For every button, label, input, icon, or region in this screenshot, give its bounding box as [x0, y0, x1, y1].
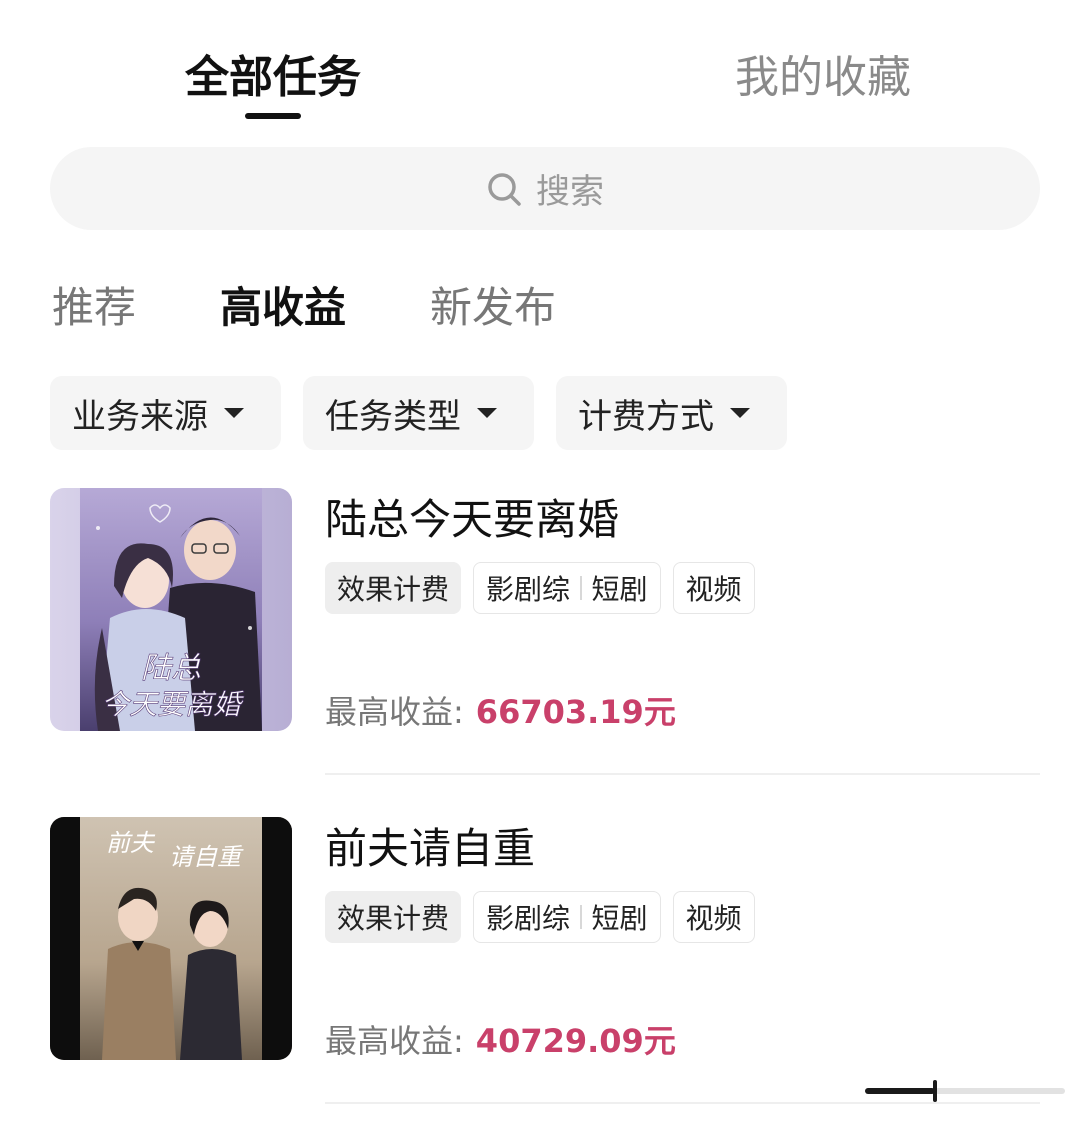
poster-image: 前夫 请自重: [50, 817, 292, 1060]
tag-category-label: 影剧综: [486, 902, 571, 935]
max-earning: 最高收益: 66703.19元: [325, 690, 676, 734]
filter-billing-method[interactable]: 计费方式: [556, 376, 787, 450]
active-tab-indicator: [245, 113, 301, 119]
tag-subcategory-label: 短剧: [591, 902, 648, 935]
drama-poster[interactable]: 陆总 今天要离婚: [50, 488, 292, 731]
task-card[interactable]: 前夫 请自重 前夫请自重 效果计费 影剧综 短剧 视频 最高收益: 40729.0…: [0, 817, 1090, 1107]
tag-list: 效果计费 影剧综 短剧 视频: [325, 891, 755, 943]
tag-format: 视频: [672, 562, 755, 614]
filter-label: 业务来源: [72, 396, 208, 437]
task-title[interactable]: 陆总今天要离婚: [325, 492, 619, 548]
tab-high-earnings[interactable]: 高收益: [220, 282, 346, 334]
task-card[interactable]: 陆总 今天要离婚 陆总今天要离婚 效果计费 影剧综 短剧 视频 最高收益: 667…: [0, 488, 1090, 778]
caret-down-icon: [730, 408, 750, 418]
task-title[interactable]: 前夫请自重: [325, 821, 535, 877]
tab-my-favorites[interactable]: 我的收藏: [735, 50, 911, 106]
list-divider: [325, 773, 1040, 775]
search-bar[interactable]: 搜索: [50, 147, 1040, 230]
tag-list: 效果计费 影剧综 短剧 视频: [325, 562, 755, 614]
filter-task-type[interactable]: 任务类型: [303, 376, 534, 450]
poster-title-line2: 请自重: [169, 844, 244, 871]
filter-label: 任务类型: [325, 396, 461, 437]
tag-format: 视频: [672, 891, 755, 943]
caret-down-icon: [477, 408, 497, 418]
max-earning-value: 66703.19元: [475, 693, 676, 731]
max-earning-label: 最高收益:: [325, 693, 464, 731]
tag-category: 影剧综 短剧: [473, 562, 661, 614]
top-tab-bar: 全部任务 我的收藏: [0, 0, 1090, 130]
filter-label: 计费方式: [578, 396, 714, 437]
filter-business-source[interactable]: 业务来源: [50, 376, 281, 450]
search-placeholder: 搜索: [536, 172, 604, 212]
poster-image: 陆总 今天要离婚: [50, 488, 292, 731]
tag-separator: [580, 576, 582, 600]
max-earning: 最高收益: 40729.09元: [325, 1019, 676, 1063]
scroll-indicator: [865, 1080, 1065, 1102]
poster-title-line1: 陆总: [141, 652, 201, 685]
tag-billing: 效果计费: [325, 891, 462, 943]
max-earning-label: 最高收益:: [325, 1022, 464, 1060]
poster-title-line1: 前夫: [106, 830, 156, 857]
tag-category: 影剧综 短剧: [473, 891, 661, 943]
tag-subcategory-label: 短剧: [591, 573, 648, 606]
max-earning-value: 40729.09元: [475, 1022, 676, 1060]
tab-all-tasks[interactable]: 全部任务: [185, 50, 361, 106]
tab-newly-published[interactable]: 新发布: [430, 282, 556, 334]
tag-category-label: 影剧综: [486, 573, 571, 606]
tab-recommended[interactable]: 推荐: [52, 282, 136, 334]
caret-down-icon: [224, 408, 244, 418]
search-icon: [488, 172, 521, 206]
drama-poster[interactable]: 前夫 请自重: [50, 817, 292, 1060]
tag-separator: [580, 905, 582, 929]
poster-title-line2: 今天要离婚: [101, 690, 245, 721]
tag-billing: 效果计费: [325, 562, 462, 614]
